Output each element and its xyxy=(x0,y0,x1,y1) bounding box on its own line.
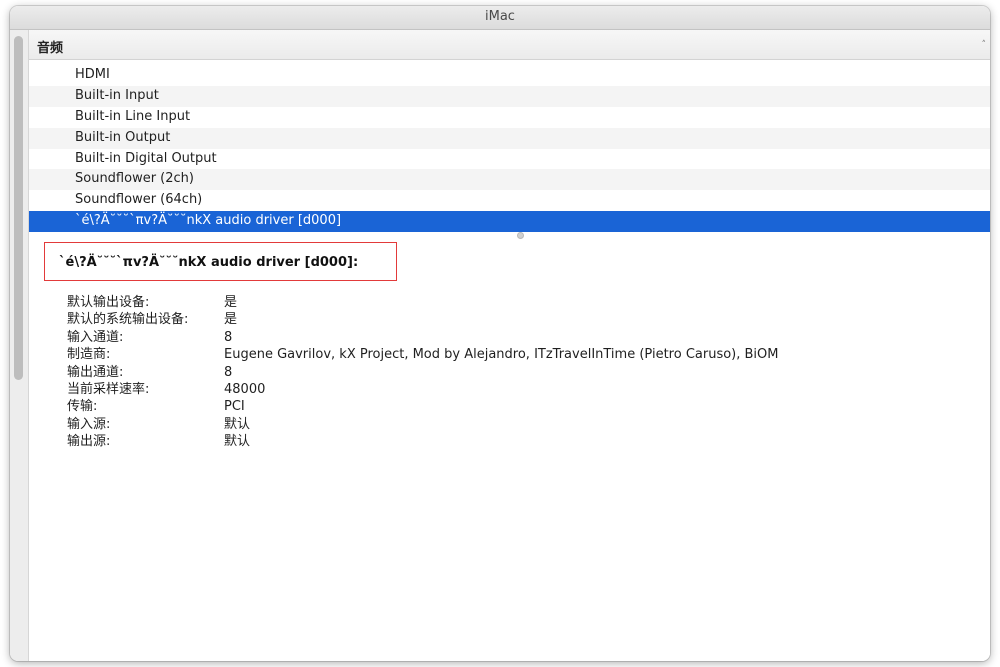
audio-device-list: HDMI Built-in Input Built-in Line Input … xyxy=(29,65,990,233)
property-value: 是 xyxy=(224,295,238,310)
device-row-built-in-line-input[interactable]: Built-in Line Input xyxy=(29,107,990,128)
device-row-built-in-input[interactable]: Built-in Input xyxy=(29,85,990,107)
detail-title: `é\?Ä˘˘˘`πv?Ä˘˘˘nkX audio driver [d000]: xyxy=(59,255,359,270)
pane-splitter[interactable] xyxy=(29,230,990,240)
property-value: 48000 xyxy=(224,381,266,397)
property-value: PCI xyxy=(224,399,245,415)
content-pane: 音频 ˄ HDMI Built-in Input Built-in Line I… xyxy=(29,30,990,661)
sort-ascending-icon[interactable]: ˄ xyxy=(982,40,987,50)
section-title: 音频 xyxy=(37,41,64,56)
property-key: 传输: xyxy=(67,399,98,415)
property-key: 输出源: xyxy=(67,434,111,450)
device-row-hdmi[interactable]: HDMI xyxy=(29,65,990,86)
property-value: Eugene Gavrilov, kX Project, Mod by Alej… xyxy=(224,347,779,363)
property-value: 8 xyxy=(224,329,233,345)
device-row-kx-audio-driver[interactable]: `é\?Ä˘˘˘`πv?Ä˘˘˘nkX audio driver [d000] xyxy=(29,211,990,233)
sidebar-scrollbar-thumb[interactable] xyxy=(14,36,23,380)
property-key: 默认的系统输出设备: xyxy=(67,312,189,328)
property-key: 输出通道: xyxy=(67,364,124,380)
property-key: 输入通道: xyxy=(67,329,124,345)
property-value: 8 xyxy=(224,364,233,380)
property-key: 默认输出设备: xyxy=(67,295,150,310)
sidebar-scrollbar[interactable] xyxy=(10,30,29,661)
device-row-soundflower-2ch[interactable]: Soundflower (2ch) xyxy=(29,169,990,191)
property-value: 默认 xyxy=(224,434,251,450)
property-key: 制造商: xyxy=(67,347,111,363)
system-information-window: iMac 音频 ˄ HDMI Built-in Input Built-in L… xyxy=(10,6,990,661)
device-row-soundflower-64ch[interactable]: Soundflower (64ch) xyxy=(29,190,990,211)
window-title: iMac xyxy=(485,9,515,24)
device-row-built-in-output[interactable]: Built-in Output xyxy=(29,127,990,149)
property-value: 默认 xyxy=(224,416,251,432)
device-row-built-in-digital-output[interactable]: Built-in Digital Output xyxy=(29,149,990,170)
section-header[interactable]: 音频 ˄ xyxy=(29,30,990,60)
property-key: 输入源: xyxy=(67,416,111,432)
property-value: 是 xyxy=(224,312,238,328)
window-titlebar[interactable]: iMac xyxy=(10,6,990,30)
property-key: 当前采样速率: xyxy=(67,381,150,397)
splitter-handle-icon[interactable] xyxy=(517,232,524,239)
